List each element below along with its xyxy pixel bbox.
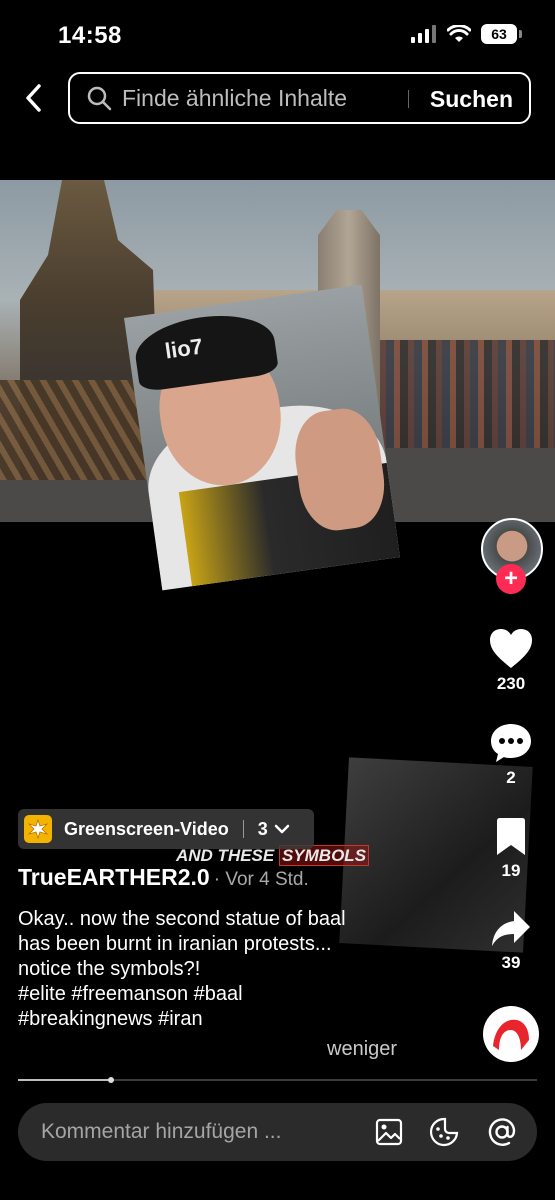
video-progress-bar[interactable] xyxy=(18,1077,537,1083)
post-time: · Vor 4 Std. xyxy=(213,869,309,890)
at-sign-icon xyxy=(488,1118,516,1146)
video-progress-fill xyxy=(18,1077,115,1083)
status-icons: 63 xyxy=(411,24,522,44)
comment-input[interactable]: Kommentar hinzufügen ... xyxy=(18,1103,537,1161)
image-button[interactable] xyxy=(373,1116,405,1148)
mention-button[interactable] xyxy=(486,1116,518,1148)
caption-line: Okay.. now the second statue of baal xyxy=(18,908,346,930)
emoji-sticker-icon xyxy=(429,1117,459,1147)
sound-disc-icon xyxy=(491,1014,531,1054)
chevron-left-icon xyxy=(26,84,41,112)
greenscreen-person: lio7 xyxy=(124,284,400,591)
wifi-icon xyxy=(447,25,471,42)
emoji-button[interactable] xyxy=(428,1116,460,1148)
greenscreen-count: 3 xyxy=(257,818,268,839)
like-count: 230 xyxy=(496,674,526,693)
search-divider xyxy=(408,90,409,108)
chevron-down-icon xyxy=(274,824,290,834)
back-button[interactable] xyxy=(18,80,48,116)
caption-hashtags[interactable]: #breakingnews #iran xyxy=(18,1007,418,1032)
post-caption[interactable]: Okay.. now the second statue of baal has… xyxy=(18,907,418,1032)
sound-disc[interactable] xyxy=(483,1006,539,1062)
username[interactable]: TrueEARTHER2.0 xyxy=(18,864,210,890)
beanie-text: lio7 xyxy=(163,333,205,364)
battery-level: 63 xyxy=(491,26,507,42)
greenscreen-label: Greenscreen-Video xyxy=(64,818,229,839)
greenscreen-separator xyxy=(242,820,244,838)
share-arrow-icon xyxy=(492,911,530,946)
image-icon xyxy=(375,1118,403,1146)
comment-count: 2 xyxy=(506,768,516,787)
comment-button[interactable]: 2 xyxy=(485,722,537,788)
plus-icon: + xyxy=(503,565,518,592)
bookmark-icon xyxy=(497,818,525,855)
less-link[interactable]: weniger xyxy=(327,1038,397,1061)
video-progress-handle[interactable] xyxy=(108,1077,115,1083)
signal-icon xyxy=(411,25,436,43)
greenscreen-icon xyxy=(24,815,52,843)
battery-indicator: 63 xyxy=(481,24,522,44)
heart-icon xyxy=(490,629,532,668)
share-count: 39 xyxy=(501,953,521,972)
caption-line: has been burnt in iranian protests... xyxy=(18,933,332,955)
comment-bubble-icon xyxy=(491,724,531,762)
comment-placeholder: Kommentar hinzufügen ... xyxy=(41,1120,282,1143)
follow-button[interactable]: + xyxy=(496,564,526,594)
caption-hashtags[interactable]: #elite #freemanson #baal xyxy=(18,982,418,1007)
search-icon xyxy=(87,86,112,111)
overlay-caption: AND THESE SYMBOLS xyxy=(176,845,370,866)
bookmark-count: 19 xyxy=(501,861,521,880)
caption-line: notice the symbols?! xyxy=(18,958,201,980)
search-input[interactable]: Finde ähnliche Inhalte Suchen xyxy=(68,72,531,124)
bookmark-button[interactable]: 19 xyxy=(485,817,537,881)
share-button[interactable]: 39 xyxy=(485,909,537,973)
search-button[interactable]: Suchen xyxy=(430,86,513,113)
status-time: 14:58 xyxy=(58,22,122,49)
post-author[interactable]: TrueEARTHER2.0 · Vor 4 Std. xyxy=(18,864,309,891)
search-placeholder: Finde ähnliche Inhalte xyxy=(122,84,348,111)
greenscreen-badge[interactable]: Greenscreen-Video 3 xyxy=(18,809,314,849)
like-button[interactable]: 230 xyxy=(485,628,537,694)
